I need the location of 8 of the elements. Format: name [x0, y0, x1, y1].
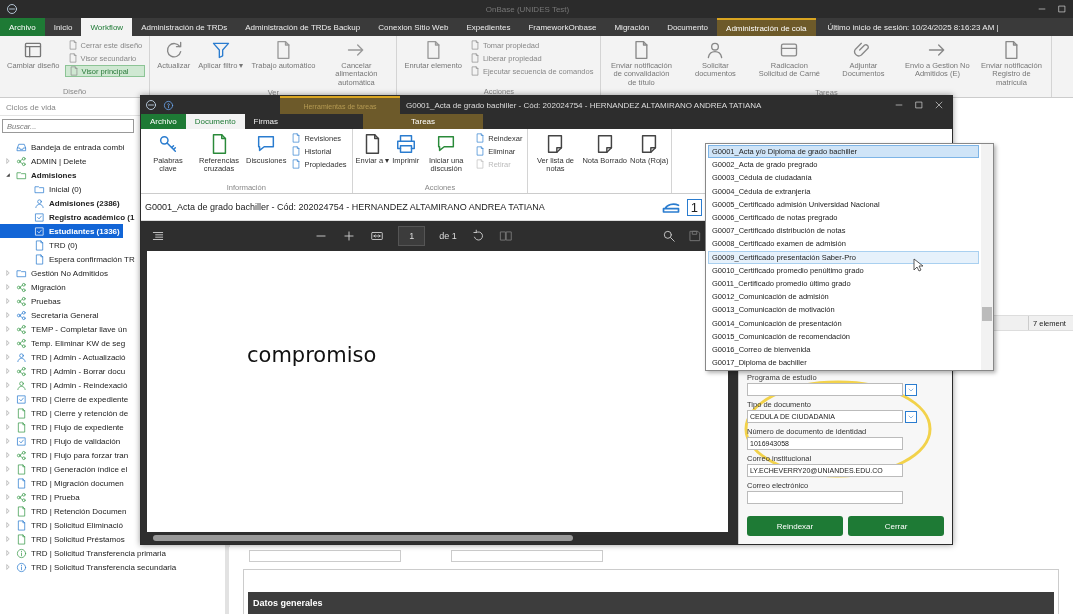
- page-total: de 1: [439, 231, 457, 241]
- section-header: Datos generales: [248, 592, 1054, 614]
- count-box: 1: [686, 198, 702, 216]
- document-title: G0001_Acta de grado bachiller - Cód: 202024754 - HERNANDEZ ALTAMIRANO ANDREA TATIANA: [145, 202, 546, 212]
- document-text: compromiso: [247, 343, 377, 367]
- window-title: OnBase (UNIDES Test): [484, 4, 571, 14]
- window-title: G0001_Acta de grado bachiller - Cód: 202024754 - HERNANDEZ ALTAMIRANO ANDREA TATIANA: [406, 100, 763, 110]
- session-info: Último inicio de sesión: 10/24/2025 8:16:23 AM |: [826, 21, 999, 34]
